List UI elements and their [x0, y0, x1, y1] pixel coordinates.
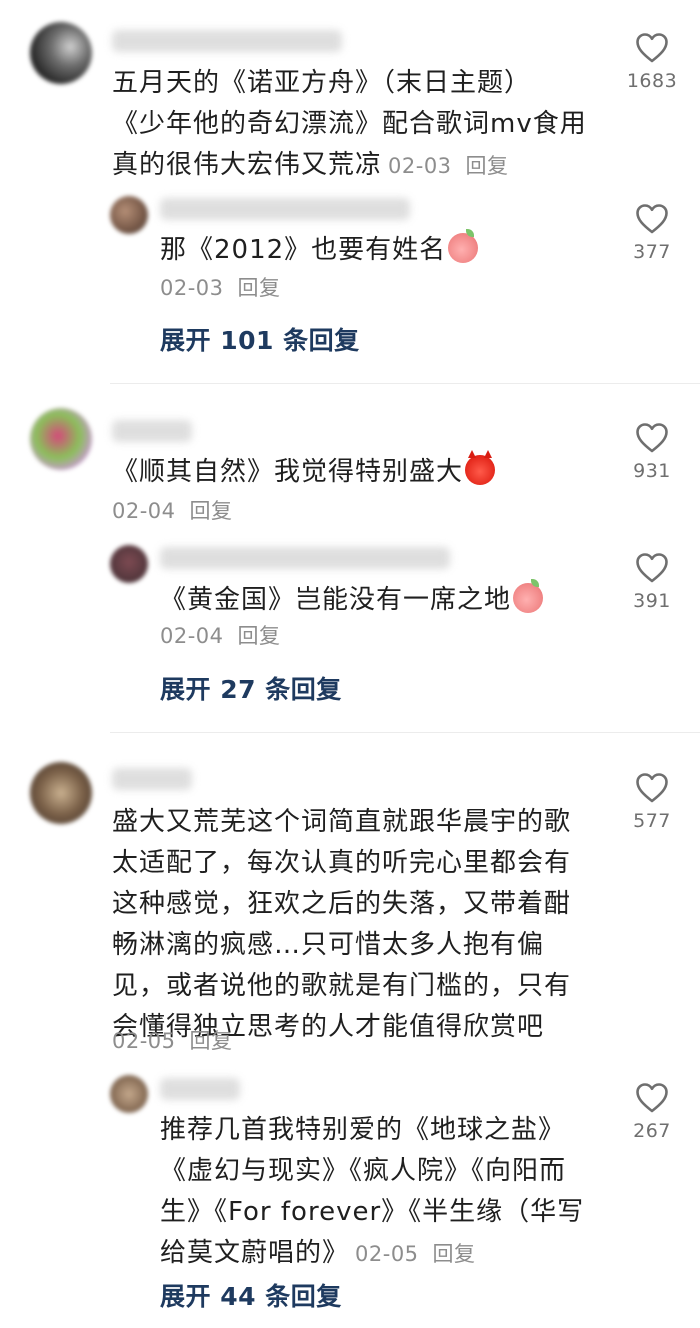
reply-date: 02-04 — [160, 624, 224, 648]
divider — [110, 383, 700, 384]
expand-replies-button[interactable]: 展开 27 条回复 — [160, 670, 342, 706]
like-count: 377 — [633, 241, 671, 263]
heart-outline-icon — [636, 423, 668, 453]
comment-line: 太适配了，每次认真的听完心里都会有 — [112, 848, 572, 878]
reply-avatar[interactable] — [110, 545, 148, 583]
like-count: 1683 — [626, 70, 678, 92]
expand-replies-button[interactable]: 展开 44 条回复 — [160, 1277, 342, 1313]
comment-line: 《顺其自然》我觉得特别盛大 — [112, 457, 464, 487]
comment-line: 见，或者说他的歌就是有门槛的，只有 — [112, 971, 572, 1001]
like-count: 391 — [633, 590, 671, 612]
like-button[interactable]: 377 — [622, 203, 682, 263]
like-button[interactable]: 577 — [622, 772, 682, 832]
like-count: 577 — [633, 810, 671, 832]
reply-username-blurred[interactable] — [160, 198, 410, 220]
like-button[interactable]: 931 — [622, 422, 682, 482]
divider — [110, 732, 700, 733]
reply-text: 《黄金国》岂能没有一席之地 — [160, 579, 544, 621]
comment-text: 盛大又荒芜这个词简直就跟华晨宇的歌 太适配了，每次认真的听完心里都会有 这种感觉… — [112, 802, 571, 1048]
reply-text: 推荐几首我特别爱的《地球之盐》 《虚幻与现实》《疯人院》《向阳而 生》《For … — [160, 1110, 584, 1275]
heart-outline-icon — [636, 553, 668, 583]
avatar[interactable] — [30, 408, 92, 470]
comment-text: 《顺其自然》我觉得特别盛大 — [112, 450, 496, 493]
comment-text: 五月天的《诺亚方舟》（末日主题） 《少年他的奇幻漂流》配合歌词mv食用 真的很伟… — [112, 63, 587, 187]
like-button[interactable]: 391 — [622, 552, 682, 612]
comment-line: 盛大又荒芜这个词简直就跟华晨宇的歌 — [112, 807, 572, 837]
username-blurred[interactable] — [112, 768, 192, 790]
comment-date: 02-05 — [112, 1029, 176, 1053]
reply-button[interactable]: 回复 — [238, 276, 281, 300]
comment-meta: 02-05 回复 — [112, 1025, 233, 1055]
expand-replies-button[interactable]: 展开 101 条回复 — [160, 321, 360, 357]
peach-emoji-icon — [513, 579, 544, 613]
username-blurred[interactable] — [112, 30, 342, 52]
comment-date: 02-03 — [388, 154, 452, 178]
like-count: 931 — [633, 460, 671, 482]
comment-line: 五月天的《诺亚方舟》（末日主题） — [112, 68, 532, 98]
reply-line: 《黄金国》岂能没有一席之地 — [160, 585, 512, 615]
like-button[interactable]: 267 — [622, 1082, 682, 1142]
reply-meta: 02-04 回复 — [160, 620, 281, 650]
reply-date: 02-05 — [355, 1242, 419, 1266]
comment-line: 真的很伟大宏伟又荒凉 — [112, 150, 383, 180]
comment-line: 这种感觉，狂欢之后的失落，又带着酣 — [112, 889, 572, 919]
comment-line: 《少年他的奇幻漂流》配合歌词mv食用 — [112, 109, 587, 139]
reply-line: 推荐几首我特别爱的《地球之盐》 — [160, 1115, 566, 1145]
reply-button[interactable]: 回复 — [190, 499, 233, 523]
reply-avatar[interactable] — [110, 1075, 148, 1113]
heart-outline-icon — [636, 33, 668, 63]
reply-meta: 02-03 回复 — [160, 272, 281, 302]
comment-meta: 02-04 回复 — [112, 495, 233, 525]
avatar[interactable] — [30, 762, 92, 824]
reply-line: 《虚幻与现实》《疯人院》《向阳而 — [160, 1156, 567, 1186]
reply-button[interactable]: 回复 — [238, 624, 281, 648]
username-blurred[interactable] — [112, 420, 192, 442]
reply-username-blurred[interactable] — [160, 547, 450, 569]
reply-avatar[interactable] — [110, 196, 148, 234]
heart-outline-icon — [636, 773, 668, 803]
comment-date: 02-04 — [112, 499, 176, 523]
reply-line: 那《2012》也要有姓名 — [160, 235, 447, 265]
like-button[interactable]: 1683 — [622, 32, 682, 92]
reply-username-blurred[interactable] — [160, 1078, 240, 1100]
reply-button[interactable]: 回复 — [190, 1029, 233, 1053]
heart-outline-icon — [636, 1083, 668, 1113]
reply-line: 给莫文蔚唱的》 — [160, 1238, 350, 1268]
peach-emoji-icon — [448, 229, 479, 263]
comment-line: 畅淋漓的疯感…只可惜太多人抱有偏 — [112, 930, 545, 960]
reply-text: 那《2012》也要有姓名 — [160, 229, 479, 271]
heart-outline-icon — [636, 204, 668, 234]
devil-emoji-icon — [465, 450, 496, 485]
reply-line: 生》《For forever》《半生缘（华写 — [160, 1197, 585, 1227]
reply-button[interactable]: 回复 — [433, 1242, 476, 1266]
avatar[interactable] — [30, 22, 92, 84]
like-count: 267 — [633, 1120, 671, 1142]
reply-date: 02-03 — [160, 276, 224, 300]
reply-button[interactable]: 回复 — [466, 154, 509, 178]
